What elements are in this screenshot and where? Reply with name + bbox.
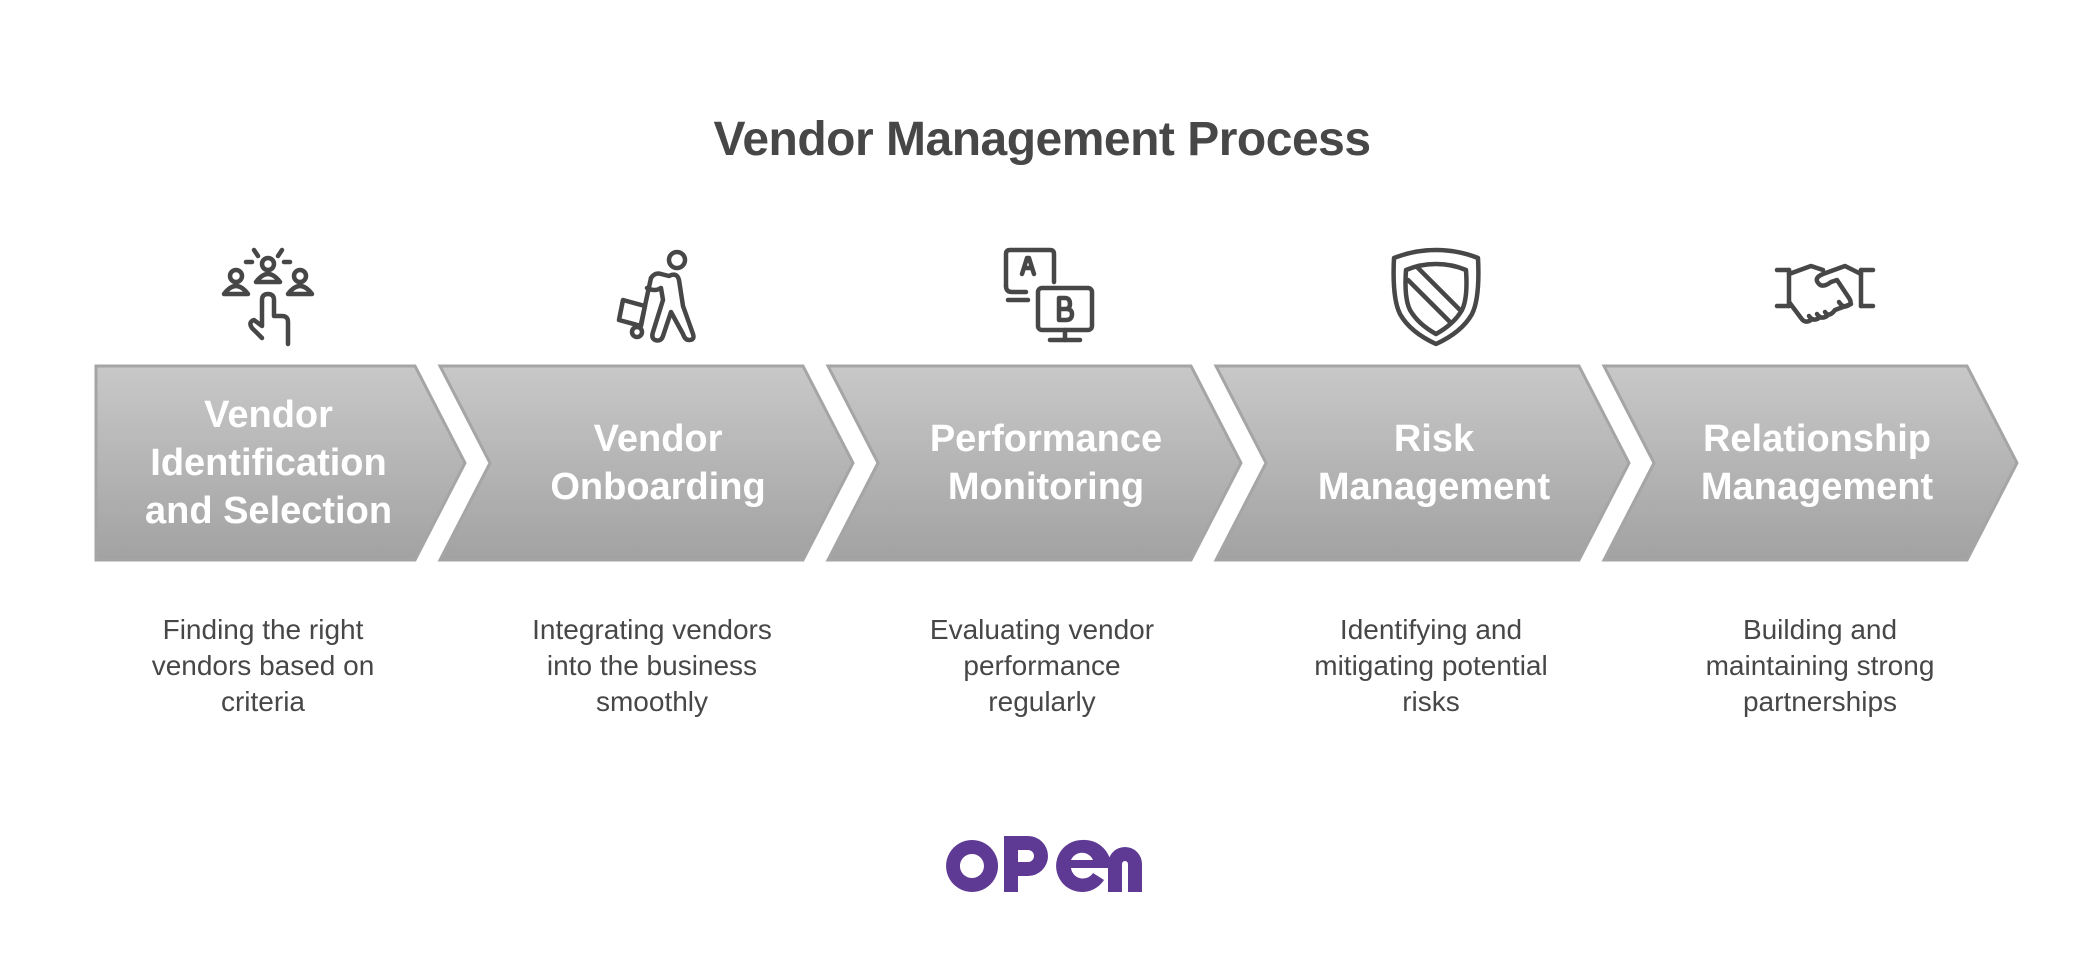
step-label-relationship-management: Relationship Management — [1652, 366, 1982, 560]
description-line: into the business — [546, 650, 758, 681]
label-line: Management — [1700, 466, 1934, 508]
label-line: Performance — [929, 418, 1163, 460]
label-line: Identification — [150, 442, 387, 484]
handshake-icon — [1774, 263, 1876, 324]
step-label-vendor-identification: Vendor Identification and Selection — [96, 366, 441, 560]
label-line: and Selection — [144, 490, 393, 532]
ab-test-monitor-icon — [1003, 247, 1095, 343]
description-line: maintaining strong — [1705, 650, 1935, 681]
step-description: Finding the right vendors based on crite… — [98, 612, 428, 720]
description-line: smoothly — [595, 686, 709, 717]
step-description: Evaluating vendor performance regularly — [877, 612, 1207, 720]
shield-icon — [1391, 247, 1481, 347]
label-line: Vendor — [204, 394, 333, 436]
step-description: Integrating vendors into the business sm… — [487, 612, 817, 720]
step-label-vendor-onboarding: Vendor Onboarding — [488, 366, 828, 560]
label-line: Risk — [1393, 418, 1475, 460]
label-line: Monitoring — [947, 466, 1145, 508]
label-line: Vendor — [593, 418, 723, 460]
description-line: mitigating potential — [1314, 650, 1548, 681]
description-line: Integrating vendors — [532, 614, 772, 645]
description-line: criteria — [220, 686, 305, 717]
open-logo — [946, 836, 1142, 892]
label-line: Management — [1317, 466, 1551, 508]
description-line: Identifying and — [1339, 614, 1523, 645]
description-line: Evaluating vendor — [929, 614, 1155, 645]
description-line: regularly — [988, 686, 1096, 717]
step-description: Identifying and mitigating potential ris… — [1266, 612, 1596, 720]
description-line: partnerships — [1742, 686, 1898, 717]
description-line: Building and — [1742, 614, 1898, 645]
step-description: Building and maintaining strong partners… — [1655, 612, 1985, 720]
person-pushing-cart-icon — [616, 249, 696, 343]
label-line: Relationship — [1702, 418, 1932, 460]
label-line: Onboarding — [550, 466, 766, 508]
description-line: risks — [1402, 686, 1460, 717]
description-line: performance — [963, 650, 1121, 681]
description-line: vendors based on — [151, 650, 375, 681]
step-label-performance-monitoring: Performance Monitoring — [876, 366, 1216, 560]
people-selection-icon — [221, 247, 315, 347]
step-label-risk-management: Risk Management — [1264, 366, 1604, 560]
description-line: Finding the right — [162, 614, 364, 645]
